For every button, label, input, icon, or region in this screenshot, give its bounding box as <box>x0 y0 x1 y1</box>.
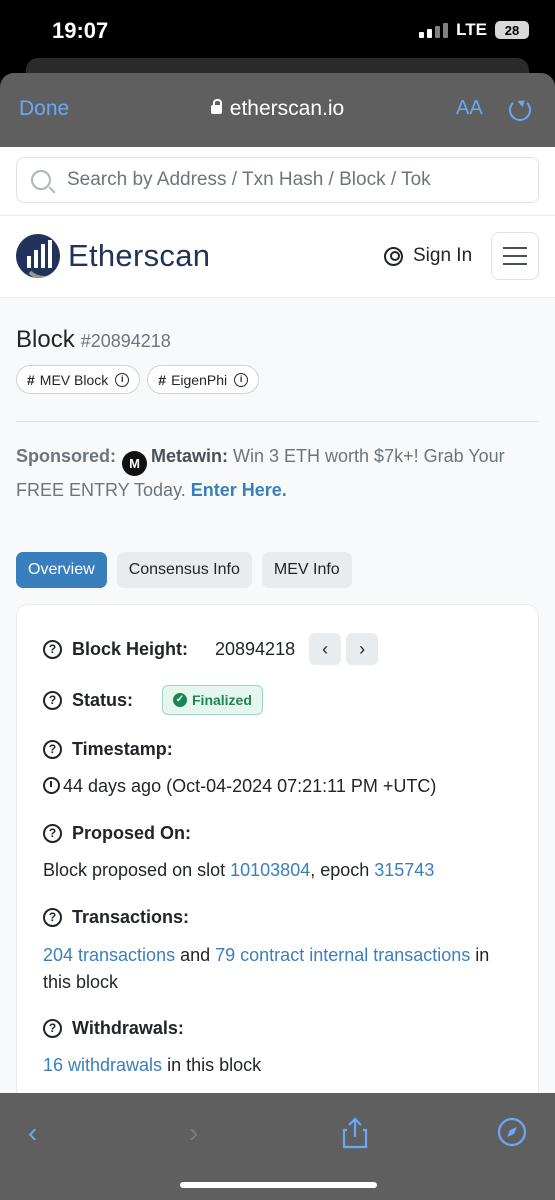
check-circle-icon: ✓ <box>173 693 187 707</box>
cellular-signal-icon <box>419 22 449 38</box>
block-tabs: Overview Consensus Info MEV Info <box>0 552 555 588</box>
text-size-label: AA <box>456 97 483 119</box>
lock-icon <box>210 99 222 114</box>
proposed-on-label-wrap: ? Proposed On: <box>43 823 512 844</box>
help-icon[interactable]: ? <box>43 824 62 843</box>
help-icon[interactable]: ? <box>43 690 62 710</box>
info-icon[interactable]: i <box>234 372 249 387</box>
help-icon[interactable]: ? <box>43 740 62 759</box>
withdrawals-label-wrap: ? Withdrawals: <box>43 1018 512 1039</box>
sponsor-brand: Metawin: <box>151 446 229 466</box>
help-icon[interactable]: ? <box>43 908 62 927</box>
etherscan-logo-icon <box>16 234 60 278</box>
metawin-logo-icon: M <box>122 451 148 476</box>
url-text: etherscan.io <box>229 97 345 120</box>
home-indicator[interactable] <box>180 1182 377 1188</box>
block-header: Block #20894218 # MEV Block i # EigenPhi … <box>0 298 555 394</box>
help-icon[interactable]: ? <box>43 1019 62 1038</box>
withdrawals-link[interactable]: 16 withdrawals <box>43 1055 162 1075</box>
status-badge: ✓ Finalized <box>162 685 263 715</box>
tab-consensus-info[interactable]: Consensus Info <box>116 552 252 588</box>
transactions-value: 204 transactions and 79 contract interna… <box>43 942 512 996</box>
internal-transactions-link[interactable]: 79 contract internal transactions <box>215 945 470 965</box>
hash-icon: # <box>27 371 35 388</box>
search-placeholder: Search by Address / Txn Hash / Block / T… <box>67 169 431 190</box>
info-icon[interactable]: i <box>115 372 130 387</box>
timestamp-value: 44 days ago (Oct-04-2024 07:21:11 PM +UT… <box>63 776 437 796</box>
forward-icon[interactable]: › <box>189 1117 198 1149</box>
text-size-button[interactable]: AA <box>456 97 483 120</box>
battery-icon: 28 <box>495 21 529 39</box>
tag-label: EigenPhi <box>171 371 228 388</box>
back-icon[interactable]: ‹ <box>28 1117 37 1149</box>
withdrawals-value: 16 withdrawals in this block <box>43 1055 512 1076</box>
transactions-label: Transactions: <box>72 907 190 927</box>
timestamp-label-wrap: ? Timestamp: <box>43 739 512 760</box>
proposed-on-value: Block proposed on slot 10103804, epoch 3… <box>43 860 512 881</box>
timestamp-row: 44 days ago (Oct-04-2024 07:21:11 PM +UT… <box>43 776 512 797</box>
sponsor-cta-link[interactable]: Enter Here. <box>191 480 287 500</box>
proposed-on-middle: , epoch <box>310 860 375 880</box>
hamburger-icon <box>503 247 527 249</box>
sponsored-banner: Sponsored: M Metawin: Win 3 ETH worth $7k+… <box>0 422 555 504</box>
transactions-link[interactable]: 204 transactions <box>43 945 175 965</box>
status-bar: 19:07 LTE 28 <box>0 0 555 62</box>
block-number: #20894218 <box>80 331 171 351</box>
search-icon <box>31 170 51 190</box>
block-height-row: ? Block Height: 20894218 ‹ › <box>43 633 512 665</box>
proposed-on-prefix: Block proposed on slot <box>43 860 231 880</box>
reload-icon[interactable] <box>509 99 531 121</box>
withdrawals-suffix: in this block <box>162 1055 262 1075</box>
block-tags: # MEV Block i # EigenPhi i <box>16 365 539 394</box>
status-label: Status: <box>72 689 134 710</box>
search-input[interactable]: Search by Address / Txn Hash / Block / T… <box>16 157 539 203</box>
logo-text: Etherscan <box>68 238 211 273</box>
user-icon <box>384 246 403 266</box>
epoch-link[interactable]: 315743 <box>374 860 434 880</box>
proposed-on-label: Proposed On: <box>72 823 192 843</box>
sign-in-label: Sign In <box>413 245 473 266</box>
sign-in-button[interactable]: Sign In <box>384 245 472 267</box>
next-block-button[interactable]: › <box>346 633 379 665</box>
block-height-value: 20894218 <box>215 638 296 659</box>
status-value: Finalized <box>192 692 252 708</box>
block-height-label: Block Height: <box>72 638 189 659</box>
clock-icon <box>43 777 60 794</box>
timestamp-label: Timestamp: <box>72 739 173 759</box>
network-type: LTE <box>456 20 487 39</box>
browser-toolbar: ‹ › <box>0 1093 555 1200</box>
share-icon[interactable] <box>341 1117 369 1156</box>
browser-header: Done etherscan.io AA <box>0 73 555 147</box>
tab-mev-info[interactable]: MEV Info <box>261 552 352 588</box>
status-time: 19:07 <box>52 18 109 43</box>
web-content: Search by Address / Txn Hash / Block / T… <box>0 147 555 1093</box>
transactions-label-wrap: ? Transactions: <box>43 907 512 928</box>
transactions-middle: and <box>175 945 216 965</box>
tag-mev-block[interactable]: # MEV Block i <box>16 365 141 394</box>
status-row: ? Status: ✓ Finalized <box>43 685 512 715</box>
tab-overview[interactable]: Overview <box>16 552 107 588</box>
help-icon[interactable]: ? <box>43 639 62 659</box>
previous-block-button[interactable]: ‹ <box>309 633 342 665</box>
block-height-label-wrap: ? Block Height: <box>43 639 215 660</box>
withdrawals-label: Withdrawals: <box>72 1018 184 1038</box>
search-section: Search by Address / Txn Hash / Block / T… <box>0 147 555 216</box>
hash-icon: # <box>158 371 167 388</box>
status-indicators: LTE 28 <box>419 20 529 40</box>
site-navbar: Etherscan Sign In <box>0 216 555 298</box>
tag-eigenphi[interactable]: # EigenPhi i <box>147 365 260 394</box>
sponsored-label: Sponsored: <box>16 446 117 466</box>
page-title-text: Block <box>16 326 75 353</box>
menu-button[interactable] <box>491 232 539 280</box>
slot-link[interactable]: 10103804 <box>230 860 310 880</box>
overview-card: ? Block Height: 20894218 ‹ › ? Status: ✓… <box>16 604 539 1093</box>
compass-icon[interactable] <box>497 1117 527 1154</box>
status-label-wrap: ? Status: <box>43 690 162 711</box>
page-title: Block #20894218 <box>16 326 539 354</box>
tag-label: MEV Block <box>39 371 109 388</box>
etherscan-logo[interactable]: Etherscan <box>16 234 210 278</box>
